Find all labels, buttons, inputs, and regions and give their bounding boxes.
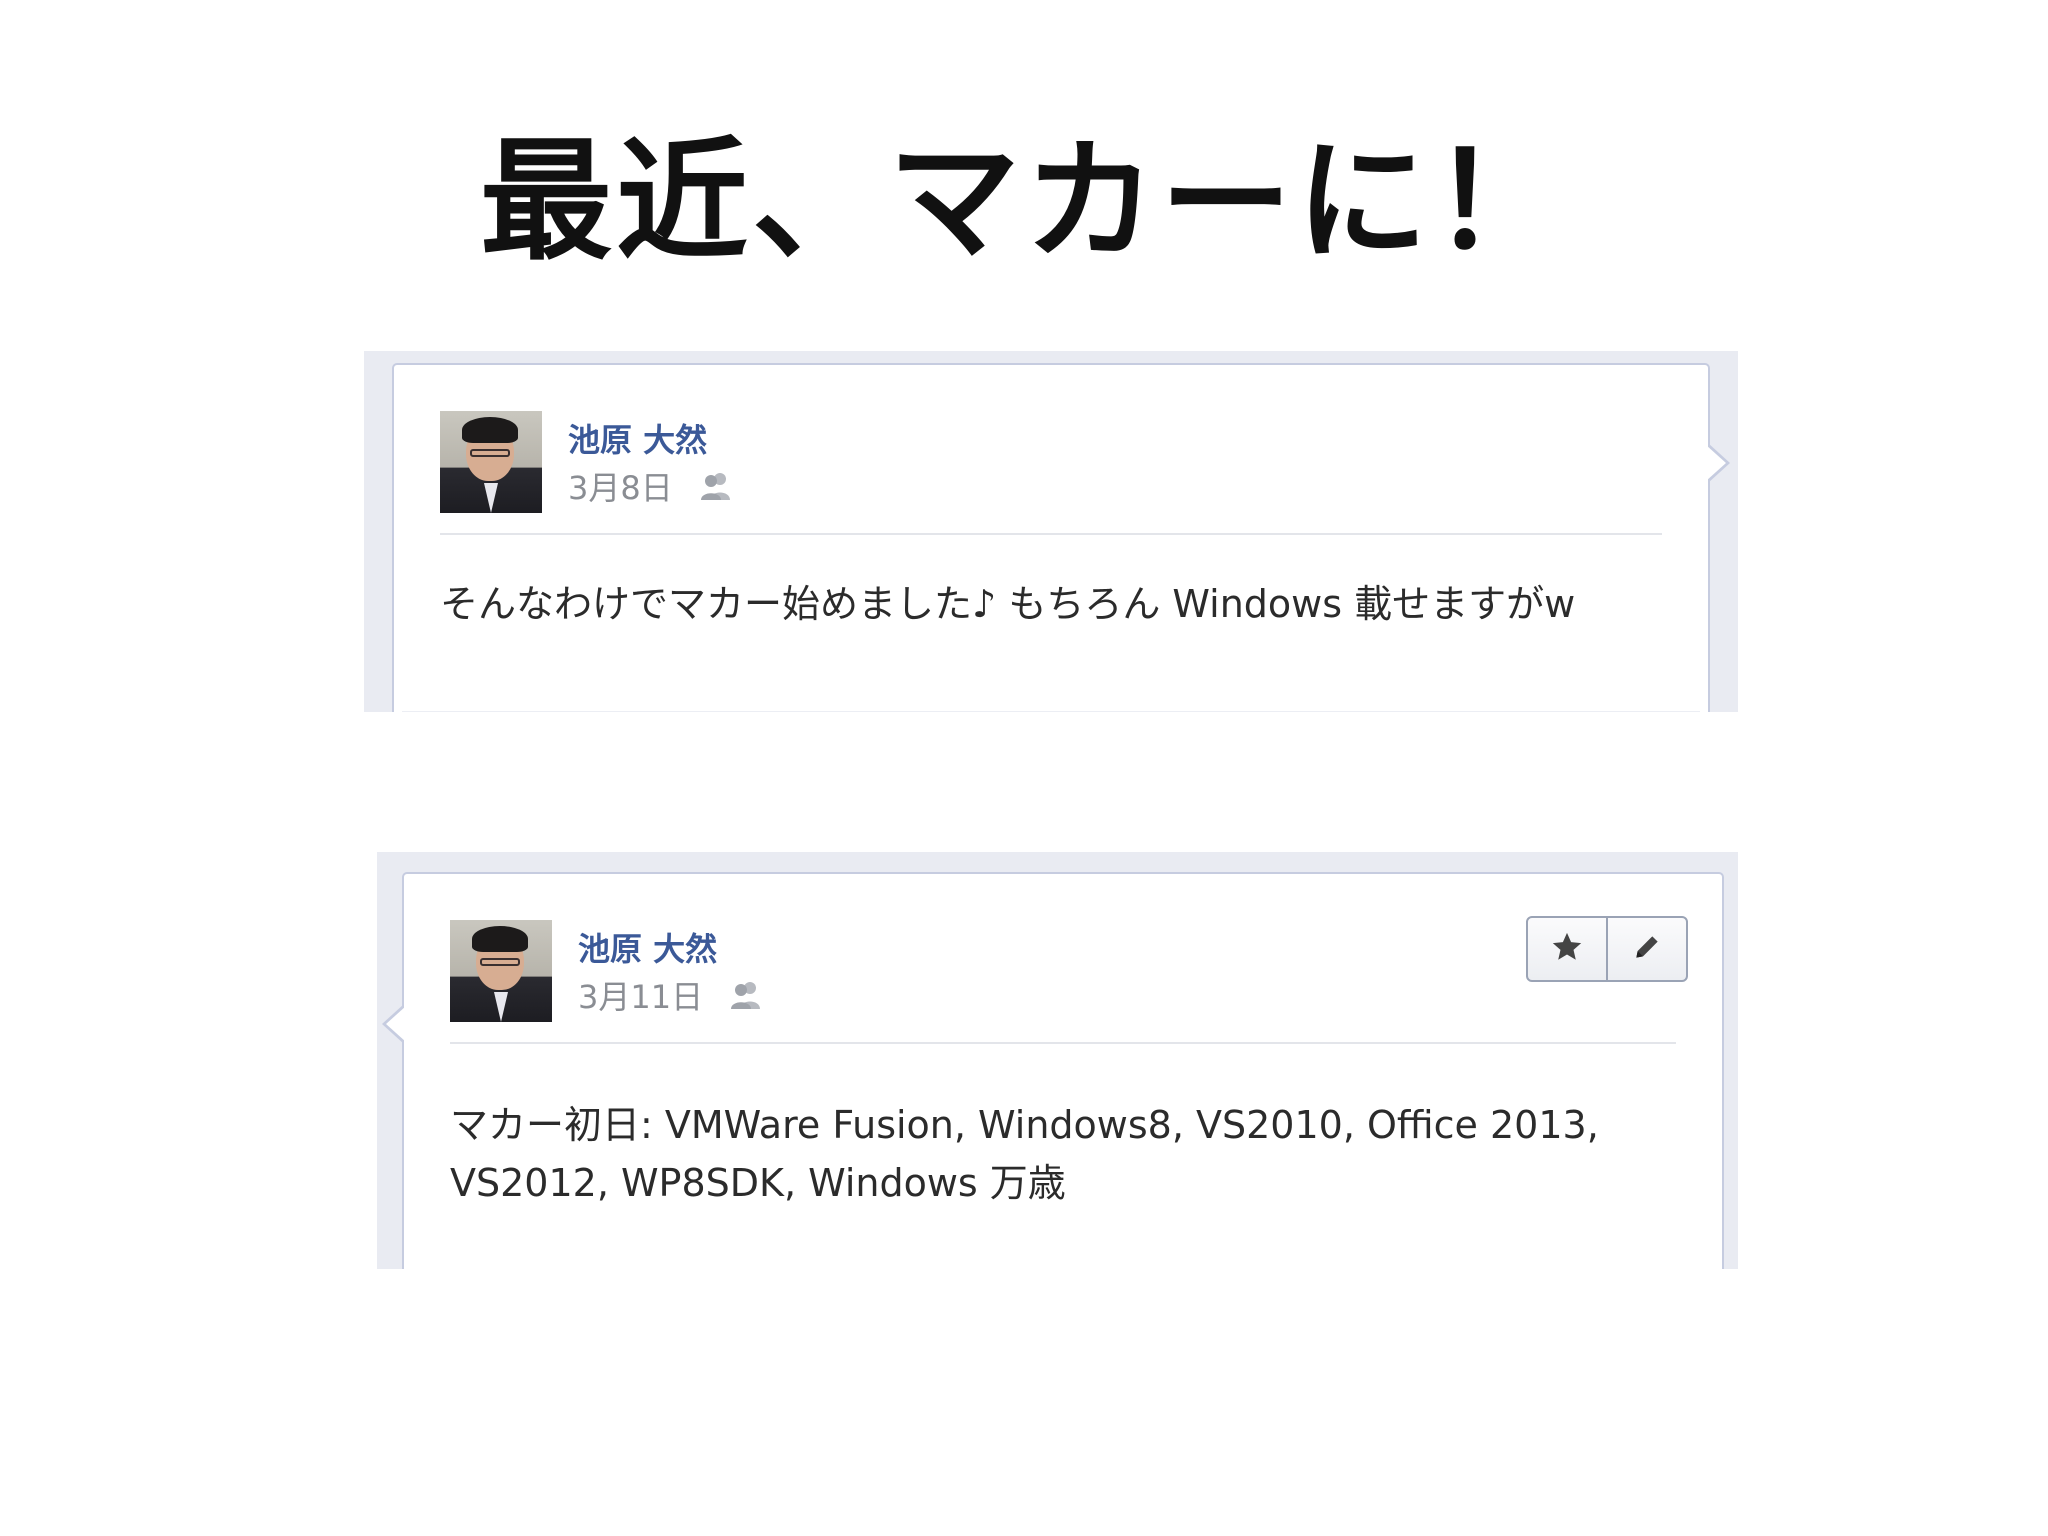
post-message: マカー初日: VMWare Fusion, Windows8, VS2010, … [450, 1103, 1599, 1205]
star-icon [1550, 930, 1584, 968]
post-footer [402, 711, 1700, 712]
post-actions [1526, 916, 1688, 982]
friends-icon[interactable] [729, 980, 763, 1010]
timeline-post: 池原 大然 3月8日 そんなわけでマカー始めました♪ もちろん Windows … [392, 363, 1730, 712]
post-meta: 3月8日 [568, 463, 733, 509]
divider [450, 1042, 1676, 1044]
post-screenshot-1: 池原 大然 3月8日 そんなわけでマカー始めました♪ もちろん Windows … [364, 351, 1738, 712]
divider [440, 533, 1662, 535]
author-name-link[interactable]: 池原 大然 [568, 415, 707, 461]
friends-icon[interactable] [699, 471, 733, 501]
post-message: そんなわけでマカー始めました♪ もちろん Windows 載せますがw [440, 582, 1576, 626]
post-screenshot-2: 池原 大然 3月11日 マカー初日: VMWare Fusion, Window… [377, 852, 1738, 1269]
timeline-post: 池原 大然 3月11日 マカー初日: VMWare Fusion, Window… [382, 872, 1724, 1269]
slide-title: 最近、マカーに！ [480, 125, 1568, 279]
pencil-icon [1631, 931, 1663, 967]
post-date[interactable]: 3月8日 [568, 463, 673, 509]
timeline-pointer [382, 1004, 406, 1044]
author-name-link[interactable]: 池原 大然 [578, 924, 717, 970]
avatar[interactable] [450, 920, 552, 1022]
post-date[interactable]: 3月11日 [578, 972, 703, 1018]
edit-button[interactable] [1606, 918, 1686, 980]
post-meta: 3月11日 [578, 972, 763, 1018]
avatar[interactable] [440, 411, 542, 513]
highlight-button[interactable] [1528, 918, 1606, 980]
timeline-pointer [1706, 443, 1730, 483]
